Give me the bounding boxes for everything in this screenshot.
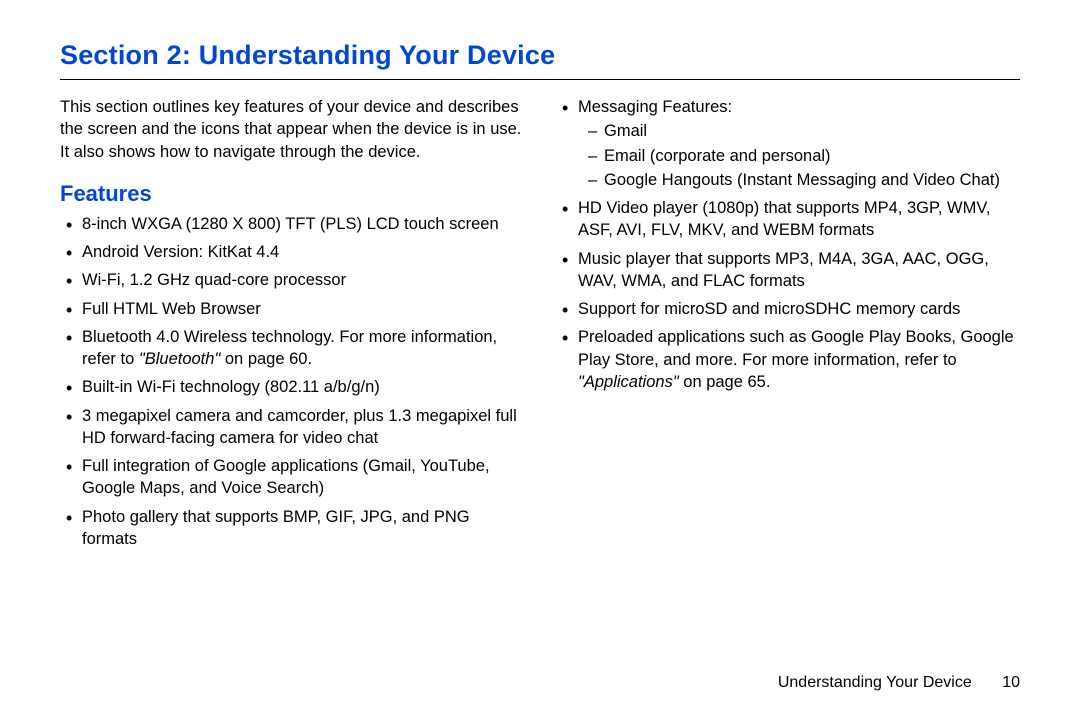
features-list-right: Messaging Features: Gmail Email (corpora…	[556, 96, 1020, 393]
feature-item: Photo gallery that supports BMP, GIF, JP…	[60, 506, 524, 551]
feature-item: Full integration of Google applications …	[60, 455, 524, 500]
sub-item: Gmail	[588, 120, 1020, 142]
feature-item: Bluetooth 4.0 Wireless technology. For m…	[60, 326, 524, 371]
feature-item-messaging: Messaging Features: Gmail Email (corpora…	[556, 96, 1020, 191]
page-number: 10	[1002, 674, 1020, 691]
feature-item: Preloaded applications such as Google Pl…	[556, 326, 1020, 393]
footer-label: Understanding Your Device	[778, 674, 972, 691]
section-title: Section 2: Understanding Your Device	[60, 40, 1020, 80]
content-columns: This section outlines key features of yo…	[60, 96, 1020, 556]
feature-item: Music player that supports MP3, M4A, 3GA…	[556, 248, 1020, 293]
sub-item: Email (corporate and personal)	[588, 145, 1020, 167]
feature-item: Wi-Fi, 1.2 GHz quad-core processor	[60, 269, 524, 291]
left-column: This section outlines key features of yo…	[60, 96, 524, 556]
feature-item: 8-inch WXGA (1280 X 800) TFT (PLS) LCD t…	[60, 213, 524, 235]
feature-item: Support for microSD and microSDHC memory…	[556, 298, 1020, 320]
features-list-left: 8-inch WXGA (1280 X 800) TFT (PLS) LCD t…	[60, 213, 524, 550]
features-heading: Features	[60, 181, 524, 207]
sub-item: Google Hangouts (Instant Messaging and V…	[588, 169, 1020, 191]
messaging-sublist: Gmail Email (corporate and personal) Goo…	[578, 120, 1020, 191]
xref-bluetooth: "Bluetooth"	[139, 350, 220, 368]
feature-item: HD Video player (1080p) that supports MP…	[556, 197, 1020, 242]
xref-applications: "Applications"	[578, 373, 679, 391]
feature-item: Built-in Wi-Fi technology (802.11 a/b/g/…	[60, 376, 524, 398]
feature-item: Android Version: KitKat 4.4	[60, 241, 524, 263]
right-column: Messaging Features: Gmail Email (corpora…	[556, 96, 1020, 556]
messaging-head: Messaging Features:	[578, 98, 732, 116]
feature-item: Full HTML Web Browser	[60, 298, 524, 320]
page-footer: Understanding Your Device 10	[778, 674, 1020, 692]
feature-item: 3 megapixel camera and camcorder, plus 1…	[60, 405, 524, 450]
intro-text: This section outlines key features of yo…	[60, 96, 524, 163]
